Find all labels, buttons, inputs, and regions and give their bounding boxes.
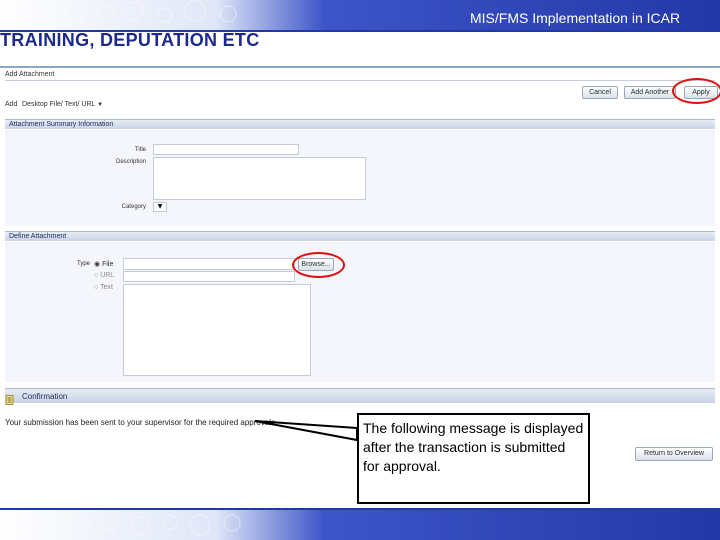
description-label: Description [115, 159, 146, 165]
confirmation-title: Confirmation [22, 392, 68, 401]
radio-text[interactable]: ○ Text [94, 284, 113, 291]
url-input[interactable] [123, 271, 295, 282]
add-type-select[interactable]: Desktop File/ Text/ URL ▼ [22, 99, 106, 110]
info-icon [5, 390, 15, 405]
radio-empty-icon: ○ [94, 284, 99, 291]
confirmation-message: Your submission has been sent to your su… [5, 418, 278, 427]
return-to-overview-button[interactable]: Return to Overview [635, 447, 713, 461]
radio-url[interactable]: ○ URL [94, 272, 114, 279]
title-divider [0, 66, 720, 68]
radio-empty-icon: ○ [94, 272, 99, 279]
callout-box: The following message is displayed after… [357, 413, 590, 504]
page-title-divider [5, 80, 715, 81]
slide-title: TRAINING, DEPUTATION ETC [0, 30, 260, 50]
type-label: Type [76, 261, 90, 267]
title-label: Title [134, 147, 146, 153]
add-label: Add [5, 101, 18, 108]
add-type-value: Desktop File/ Text/ URL [22, 101, 96, 108]
chevron-down-icon: ▼ [97, 102, 104, 108]
browse-highlight-ring [292, 252, 345, 278]
add-another-button[interactable]: Add Another [624, 86, 676, 99]
bottom-banner [0, 510, 720, 540]
category-label: Category [121, 204, 146, 210]
page-title: Add Attachment [5, 71, 55, 78]
radio-file-label: File [102, 261, 114, 268]
apply-highlight-ring [672, 78, 720, 104]
chevron-down-icon: ▼ [157, 203, 163, 210]
decorative-circles [10, 0, 237, 23]
file-path-input[interactable] [123, 258, 295, 270]
confirmation-header-bar [5, 388, 715, 403]
description-textarea[interactable] [153, 157, 366, 200]
define-section-header: Define Attachment [5, 231, 715, 241]
title-input[interactable] [153, 144, 299, 155]
summary-section-header: Attachment Summary Information [5, 119, 715, 129]
radio-file[interactable]: ◉ File [94, 260, 113, 268]
slide-header: MIS/FMS Implementation in ICAR [470, 10, 681, 26]
cancel-button[interactable]: Cancel [582, 86, 618, 99]
text-content-textarea[interactable] [123, 284, 311, 376]
decorative-circles [12, 513, 241, 537]
category-select[interactable]: ▼ [153, 202, 167, 212]
radio-text-label: Text [100, 284, 113, 291]
radio-url-label: URL [100, 272, 115, 279]
radio-selected-icon: ◉ [94, 261, 101, 268]
